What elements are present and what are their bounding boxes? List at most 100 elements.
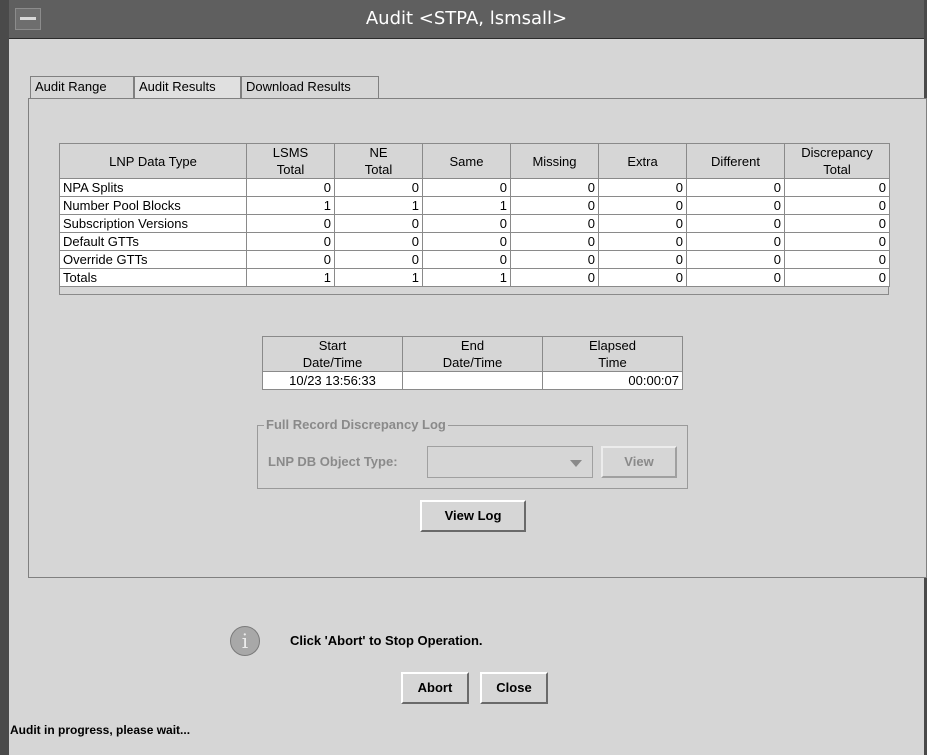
cell-different: 0 — [686, 268, 785, 287]
table-row[interactable]: NPA Splits 0 0 0 0 0 0 0 — [59, 178, 890, 197]
discrepancy-log-legend: Full Record Discrepancy Log — [264, 417, 448, 432]
cell-extra: 0 — [598, 196, 687, 215]
time-table-wrapper: Start Date/Time End Date/Time Elapsed Time … — [262, 336, 683, 390]
view-log-button[interactable]: View Log — [420, 500, 526, 532]
cell-different: 0 — [686, 214, 785, 233]
cell-discrepancy-total: 0 — [784, 268, 890, 287]
cell-missing: 0 — [510, 178, 599, 197]
cell-lsms-total: 0 — [246, 214, 335, 233]
close-button[interactable]: Close — [480, 672, 548, 704]
header-line2: Date/Time — [302, 355, 363, 370]
header-line2: Extra — [627, 153, 658, 169]
time-header-row: Start Date/Time End Date/Time Elapsed Time — [262, 336, 683, 372]
cell-ne-total: 1 — [334, 268, 423, 287]
cell-different: 0 — [686, 232, 785, 251]
cell-lsms-total: 1 — [246, 196, 335, 215]
cell-different: 0 — [686, 250, 785, 269]
header-line1: End — [460, 338, 485, 353]
tab-download-results[interactable]: Download Results — [241, 76, 379, 98]
cell-extra: 0 — [598, 268, 687, 287]
object-type-dropdown[interactable] — [427, 446, 593, 478]
cell-lsms-total: 0 — [246, 178, 335, 197]
cell-same: 0 — [422, 250, 511, 269]
title-bar: Audit <STPA, lsmsall> — [9, 0, 924, 39]
cell-lnp-data-type: Number Pool Blocks — [59, 196, 247, 215]
header-line2: Total — [364, 162, 393, 177]
header-line2: Same — [449, 153, 484, 169]
abort-button[interactable]: Abort — [401, 672, 469, 704]
col-header-different: Different — [686, 143, 785, 179]
time-table: Start Date/Time End Date/Time Elapsed Time … — [262, 336, 683, 390]
cell-discrepancy-total: 0 — [784, 196, 890, 215]
object-type-label: LNP DB Object Type: — [268, 454, 398, 469]
cell-discrepancy-total: 0 — [784, 214, 890, 233]
chevron-down-icon — [570, 460, 582, 467]
header-line2: Different — [711, 153, 760, 169]
table-row[interactable]: Override GTTs 0 0 0 0 0 0 0 — [59, 250, 890, 269]
cell-same: 0 — [422, 178, 511, 197]
cell-same: 0 — [422, 232, 511, 251]
header-line1: Discrepancy — [801, 145, 873, 160]
cell-lsms-total: 1 — [246, 268, 335, 287]
col-header-missing: Missing — [510, 143, 599, 179]
info-icon: i — [230, 626, 260, 656]
cell-discrepancy-total: 0 — [784, 250, 890, 269]
col-header-ne-total: NE Total — [334, 143, 423, 179]
cell-missing: 0 — [510, 250, 599, 269]
cell-extra: 0 — [598, 214, 687, 233]
cell-discrepancy-total: 0 — [784, 178, 890, 197]
cell-ne-total: 1 — [334, 196, 423, 215]
header-line1: Elapsed — [589, 338, 636, 353]
cell-lnp-data-type: NPA Splits — [59, 178, 247, 197]
cell-ne-total: 0 — [334, 250, 423, 269]
header-line2: Total — [276, 162, 305, 177]
cell-same: 1 — [422, 268, 511, 287]
status-text: Audit in progress, please wait... — [10, 723, 191, 737]
cell-ne-total: 0 — [334, 232, 423, 251]
cell-lnp-data-type: Default GTTs — [59, 232, 247, 251]
col-header-lsms-total: LSMS Total — [246, 143, 335, 179]
header-line2: Total — [823, 162, 851, 177]
header-line2: Date/Time — [442, 355, 503, 370]
cell-ne-total: 0 — [334, 214, 423, 233]
table-row[interactable]: Subscription Versions 0 0 0 0 0 0 0 — [59, 214, 890, 233]
cell-discrepancy-total: 0 — [784, 232, 890, 251]
col-header-elapsed: Elapsed Time — [542, 336, 683, 372]
cell-missing: 0 — [510, 268, 599, 287]
table-row[interactable]: 10/23 13:56:33 00:00:07 — [262, 371, 683, 390]
results-table-filler — [59, 287, 889, 295]
cell-extra: 0 — [598, 232, 687, 251]
cell-extra: 0 — [598, 250, 687, 269]
cell-same: 1 — [422, 196, 511, 215]
cell-missing: 0 — [510, 214, 599, 233]
header-line2: Time — [598, 355, 627, 370]
cell-start-time: 10/23 13:56:33 — [262, 371, 403, 390]
results-table: LNP Data Type LSMS Total NE Total Same Mis… — [59, 143, 890, 287]
col-header-discrepancy-total: Discrepancy Total — [784, 143, 890, 179]
cell-lnp-data-type: Totals — [59, 268, 247, 287]
cell-lnp-data-type: Subscription Versions — [59, 214, 247, 233]
col-header-same: Same — [422, 143, 511, 179]
cell-extra: 0 — [598, 178, 687, 197]
tab-audit-range[interactable]: Audit Range — [30, 76, 134, 98]
cell-different: 0 — [686, 196, 785, 215]
results-header-row: LNP Data Type LSMS Total NE Total Same Mis… — [59, 143, 890, 179]
view-button[interactable]: View — [601, 446, 677, 478]
tab-audit-results[interactable]: Audit Results — [134, 76, 241, 98]
col-header-start: Start Date/Time — [262, 336, 403, 372]
cell-different: 0 — [686, 178, 785, 197]
header-line1: LSMS — [272, 145, 309, 160]
col-header-end: End Date/Time — [402, 336, 543, 372]
header-line2: Missing — [532, 153, 577, 169]
cell-missing: 0 — [510, 196, 599, 215]
cell-lsms-total: 0 — [246, 250, 335, 269]
table-row[interactable]: Number Pool Blocks 1 1 1 0 0 0 0 — [59, 196, 890, 215]
table-row[interactable]: Default GTTs 0 0 0 0 0 0 0 — [59, 232, 890, 251]
cell-missing: 0 — [510, 232, 599, 251]
cell-same: 0 — [422, 214, 511, 233]
header-line1: Start — [318, 338, 347, 353]
table-row-totals[interactable]: Totals 1 1 1 0 0 0 0 — [59, 268, 890, 287]
cell-lsms-total: 0 — [246, 232, 335, 251]
cell-elapsed-time: 00:00:07 — [542, 371, 683, 390]
header-line1: NE — [369, 145, 388, 160]
